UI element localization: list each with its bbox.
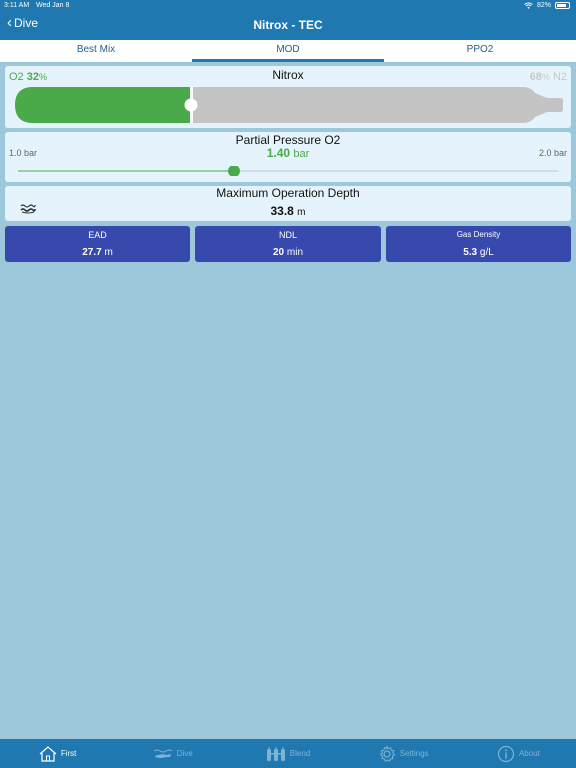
gas-tank-slider[interactable] bbox=[15, 87, 565, 123]
bottom-tab-settings[interactable]: Settings bbox=[346, 739, 461, 768]
home-icon bbox=[39, 745, 57, 762]
o2-value: 32 bbox=[26, 71, 39, 83]
ead-tile[interactable]: EAD 27.7 m bbox=[5, 226, 190, 262]
pp-value-display: 1.40 bar bbox=[5, 146, 571, 160]
battery-percent: 82% bbox=[536, 2, 551, 9]
gas-density-tile[interactable]: Gas Density 5.3 g/L bbox=[386, 226, 571, 262]
ppo2-slider[interactable] bbox=[18, 166, 558, 176]
bottom-tab-blend[interactable]: Blend bbox=[230, 739, 345, 768]
pp-title: Partial Pressure O2 bbox=[235, 133, 341, 147]
battery-icon bbox=[555, 2, 570, 9]
ead-label: EAD bbox=[88, 230, 107, 240]
n2-label: 68% N2 bbox=[529, 71, 567, 83]
gear-icon bbox=[379, 744, 396, 762]
gas-density-label: Gas Density bbox=[456, 230, 501, 239]
mix-title: Nitrox bbox=[272, 68, 304, 82]
pp-unit: bar bbox=[293, 148, 310, 160]
status-date: Wed Jan 8 bbox=[36, 2, 70, 9]
info-icon bbox=[497, 745, 515, 762]
diver-icon bbox=[153, 749, 173, 758]
tanks-icon bbox=[266, 746, 285, 761]
slider-knob[interactable] bbox=[228, 166, 240, 176]
ndl-tile[interactable]: NDL 20 min bbox=[195, 226, 381, 262]
nitrox-mix-card: Nitrox O2 32% 68% N2 bbox=[5, 66, 571, 128]
bottom-tab-about[interactable]: About bbox=[461, 739, 576, 768]
mod-card: Maximum Operation Depth 33.8 m bbox=[5, 186, 571, 221]
status-bar: 3:11 AM Wed Jan 8 82% bbox=[0, 0, 576, 11]
partial-pressure-card: Partial Pressure O2 1.0 bar 2.0 bar 1.40… bbox=[5, 132, 571, 182]
gas-density-value-display: 5.3 g/L bbox=[463, 247, 494, 258]
o2-fill bbox=[15, 87, 191, 123]
mod-value-display: 33.8 m bbox=[5, 204, 571, 218]
ndl-label: NDL bbox=[278, 230, 297, 240]
bottom-tab-first[interactable]: First bbox=[0, 739, 115, 768]
pp-value: 1.40 bbox=[266, 146, 291, 160]
tab-ppo2[interactable]: PPO2 bbox=[384, 40, 576, 62]
mod-value: 33.8 bbox=[270, 204, 294, 218]
status-right: 82% bbox=[524, 2, 570, 9]
mod-unit: m bbox=[297, 207, 306, 218]
bottom-tab-bar: First Dive Blend Settings About bbox=[0, 739, 576, 768]
tab-best-mix[interactable]: Best Mix bbox=[0, 40, 192, 62]
bottom-tab-dive[interactable]: Dive bbox=[115, 739, 230, 768]
o2-label: O2 32% bbox=[9, 71, 48, 83]
ead-value-display: 27.7 m bbox=[82, 247, 113, 258]
wifi-icon bbox=[524, 2, 533, 9]
ndl-value-display: 20 min bbox=[272, 247, 304, 258]
status-time: 3:11 AM bbox=[4, 2, 30, 9]
mix-slider-knob[interactable] bbox=[184, 98, 198, 112]
mod-title: Maximum Operation Depth bbox=[216, 186, 360, 200]
tab-mod[interactable]: MOD bbox=[192, 40, 384, 62]
mode-tabs: Best Mix MOD PPO2 bbox=[0, 40, 576, 62]
slider-track-fill bbox=[18, 170, 234, 172]
n2-value: 68 bbox=[529, 71, 542, 83]
page-title: Nitrox - TEC bbox=[253, 18, 323, 32]
navigation-bar: 3:11 AM Wed Jan 8 82% ‹ Dive Nitrox - TE… bbox=[0, 0, 576, 40]
